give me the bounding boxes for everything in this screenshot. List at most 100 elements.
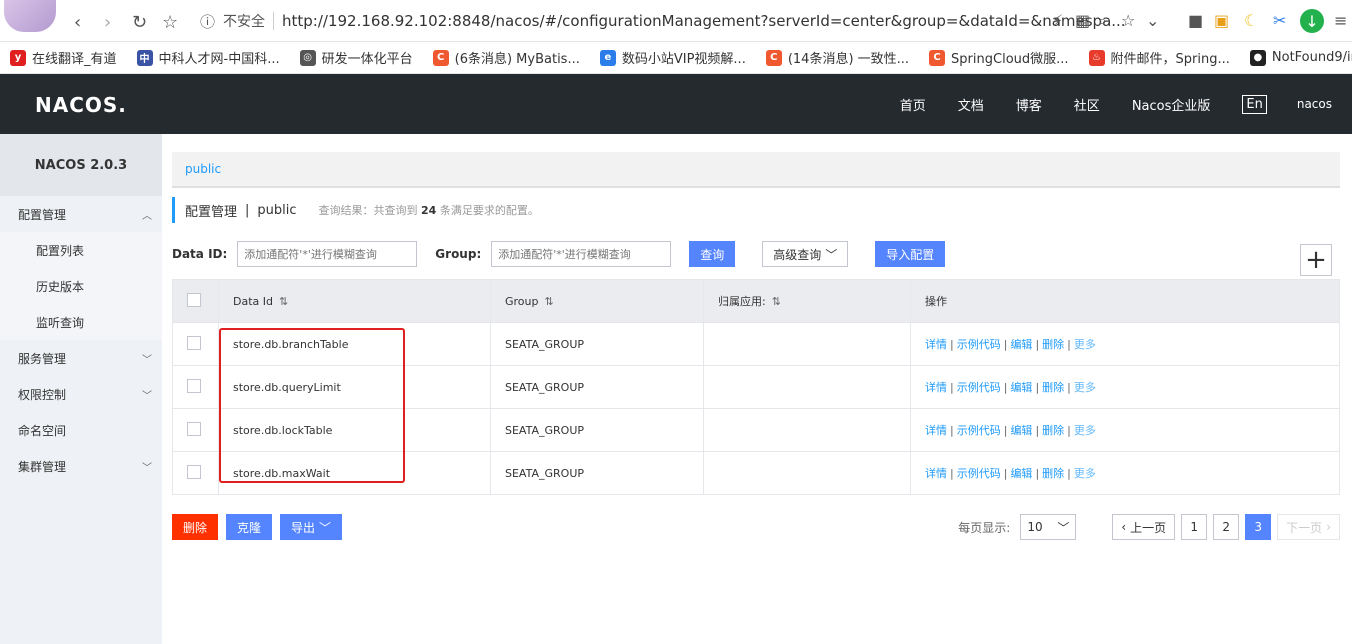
row-checkbox[interactable] [187,421,201,436]
sidebar-item-label: 配置管理 [18,207,67,222]
page-button[interactable]: 1 [1181,514,1208,540]
cell-group: SEATA_GROUP [490,322,704,366]
select-all-checkbox[interactable] [187,292,201,307]
bookmark-star-icon[interactable]: ☆ [162,12,178,33]
edit-link[interactable]: 编辑 [1010,424,1032,437]
sidebar-item[interactable]: 历史版本 [0,268,162,304]
favorite-icon[interactable]: ☆ [1121,11,1135,30]
sidebar-item[interactable]: 集群管理 ﹀ [0,448,162,484]
export-button[interactable]: 导出 ﹀ [280,514,343,540]
sample-code-link[interactable]: 示例代码 [957,338,1001,351]
bookmark-item[interactable]: C SpringCloud微服... [919,48,1078,67]
moon-icon[interactable]: ☾ [1244,11,1258,30]
nacos-logo[interactable]: NACOS. [35,93,127,117]
address-bar[interactable]: ⓘ 不安全 http://192.168.92.102:8848/nacos/#… [200,10,1126,32]
page-button[interactable]: 2 [1213,514,1240,540]
nav-link-enterprise[interactable]: Nacos企业版 [1132,95,1211,114]
url-text[interactable]: http://192.168.92.102:8848/nacos/#/confi… [282,12,1126,30]
row-checkbox[interactable] [187,464,201,479]
user-menu[interactable]: nacos [1297,97,1332,111]
edit-link[interactable]: 编辑 [1010,338,1032,351]
bookmark-item[interactable]: C (6条消息) MyBatis... [423,48,590,67]
sidebar-item[interactable]: 配置列表 [0,232,162,268]
extension-icon[interactable]: ■ [1188,11,1203,30]
nav-link-community[interactable]: 社区 [1074,95,1100,114]
sort-icon[interactable]: ⇅ [545,295,554,308]
next-page-button[interactable]: 下一页 › [1277,514,1340,540]
nav-link-blog[interactable]: 博客 [1016,95,1042,114]
sidebar-item[interactable]: 命名空间 [0,412,162,448]
detail-link[interactable]: 详情 [925,424,947,437]
sort-icon[interactable]: ⇅ [772,295,781,308]
more-link[interactable]: 更多 [1074,467,1096,480]
nav-link-docs[interactable]: 文档 [958,95,984,114]
bookmark-item[interactable]: ◎ 研发一体化平台 [290,48,423,67]
page-title-text: 配置管理 [185,204,238,220]
row-checkbox[interactable] [187,378,201,393]
sidebar-item[interactable]: 监听查询 [0,304,162,340]
apps-icon[interactable]: ▣ [1214,11,1229,30]
col-header-group[interactable]: Group ⇅ [490,279,704,323]
sample-code-link[interactable]: 示例代码 [957,424,1001,437]
forward-icon[interactable]: › [104,12,111,33]
sidebar-item[interactable]: 权限控制 ﹀ [0,376,162,412]
qr-icon[interactable]: ▦ [1075,11,1090,30]
profile-avatar[interactable] [4,0,56,32]
bookmark-item[interactable]: C (14条消息) 一致性... [756,48,919,67]
more-link[interactable]: 更多 [1074,338,1096,351]
col-header-app[interactable]: 归属应用: ⇅ [703,279,911,323]
more-link[interactable]: 更多 [1074,381,1096,394]
bookmark-item[interactable]: ● NotFound9/interv... [1240,49,1352,66]
col-header-dataid[interactable]: Data Id ⇅ [218,279,491,323]
chevron-down-icon[interactable]: ⌄ [1146,11,1159,30]
namespace-tab-public[interactable]: public [185,162,221,176]
delete-link[interactable]: 删除 [1042,338,1064,351]
row-checkbox[interactable] [187,335,201,350]
language-toggle[interactable]: En [1242,94,1267,114]
bookmark-item[interactable]: e 数码小站VIP视频解... [590,48,756,67]
bookmark-item[interactable]: y 在线翻译_有道 [0,48,127,67]
detail-link[interactable]: 详情 [925,338,947,351]
scissors-icon[interactable]: ✂ [1273,11,1286,30]
edit-link[interactable]: 编辑 [1010,467,1032,480]
sidebar-item[interactable]: 配置管理 ︿ [0,196,162,232]
delete-link[interactable]: 删除 [1042,381,1064,394]
cell-operations: 详情 | 示例代码 | 编辑 | 删除 | 更多 [910,365,1340,409]
chevron-icon: ︿ [142,210,152,222]
bookmark-item[interactable]: 中中科人才网-中国科... [127,48,290,67]
more-link[interactable]: 更多 [1074,424,1096,437]
sample-code-link[interactable]: 示例代码 [957,467,1001,480]
menu-icon[interactable]: ≡ [1334,11,1347,30]
sidebar-item[interactable]: 服务管理 ﹀ [0,340,162,376]
page-button[interactable]: 3 [1245,514,1272,540]
back-icon[interactable]: ‹ [74,12,81,33]
zoom-icon[interactable]: ⌕ [1098,11,1107,31]
advanced-query-button[interactable]: 高级查询 ﹀ [762,241,849,267]
clone-button[interactable]: 克隆 [226,514,273,540]
top-navigation: NACOS. 首页 文档 博客 社区 Nacos企业版 En nacos [0,74,1352,134]
group-input[interactable] [491,241,672,267]
detail-link[interactable]: 详情 [925,467,947,480]
delete-button[interactable]: 删除 [172,514,219,540]
dataid-input[interactable] [237,241,418,267]
edit-link[interactable]: 编辑 [1010,381,1032,394]
op-separator: | [950,381,954,394]
download-icon[interactable]: ↓ [1300,9,1324,33]
sort-icon[interactable]: ⇅ [279,295,288,308]
lightning-icon[interactable]: ⚡ [1052,11,1063,30]
prev-page-button[interactable]: ‹ 上一页 [1112,514,1176,540]
import-config-button[interactable]: 导入配置 [875,241,946,267]
op-separator: | [1003,424,1008,437]
page-size-select[interactable]: 10 ﹀ [1020,514,1077,540]
delete-link[interactable]: 删除 [1042,424,1064,437]
nav-link-home[interactable]: 首页 [900,95,926,114]
add-config-button[interactable]: + [1300,244,1332,276]
bookmark-item[interactable]: ♨ 附件邮件，Spring... [1079,48,1240,67]
reload-icon[interactable]: ↻ [132,12,147,33]
sidebar-item-label: 监听查询 [36,315,85,330]
delete-link[interactable]: 删除 [1042,467,1064,480]
row-select-cell [172,322,219,366]
sample-code-link[interactable]: 示例代码 [957,381,1001,394]
query-button[interactable]: 查询 [689,241,736,267]
detail-link[interactable]: 详情 [925,381,947,394]
